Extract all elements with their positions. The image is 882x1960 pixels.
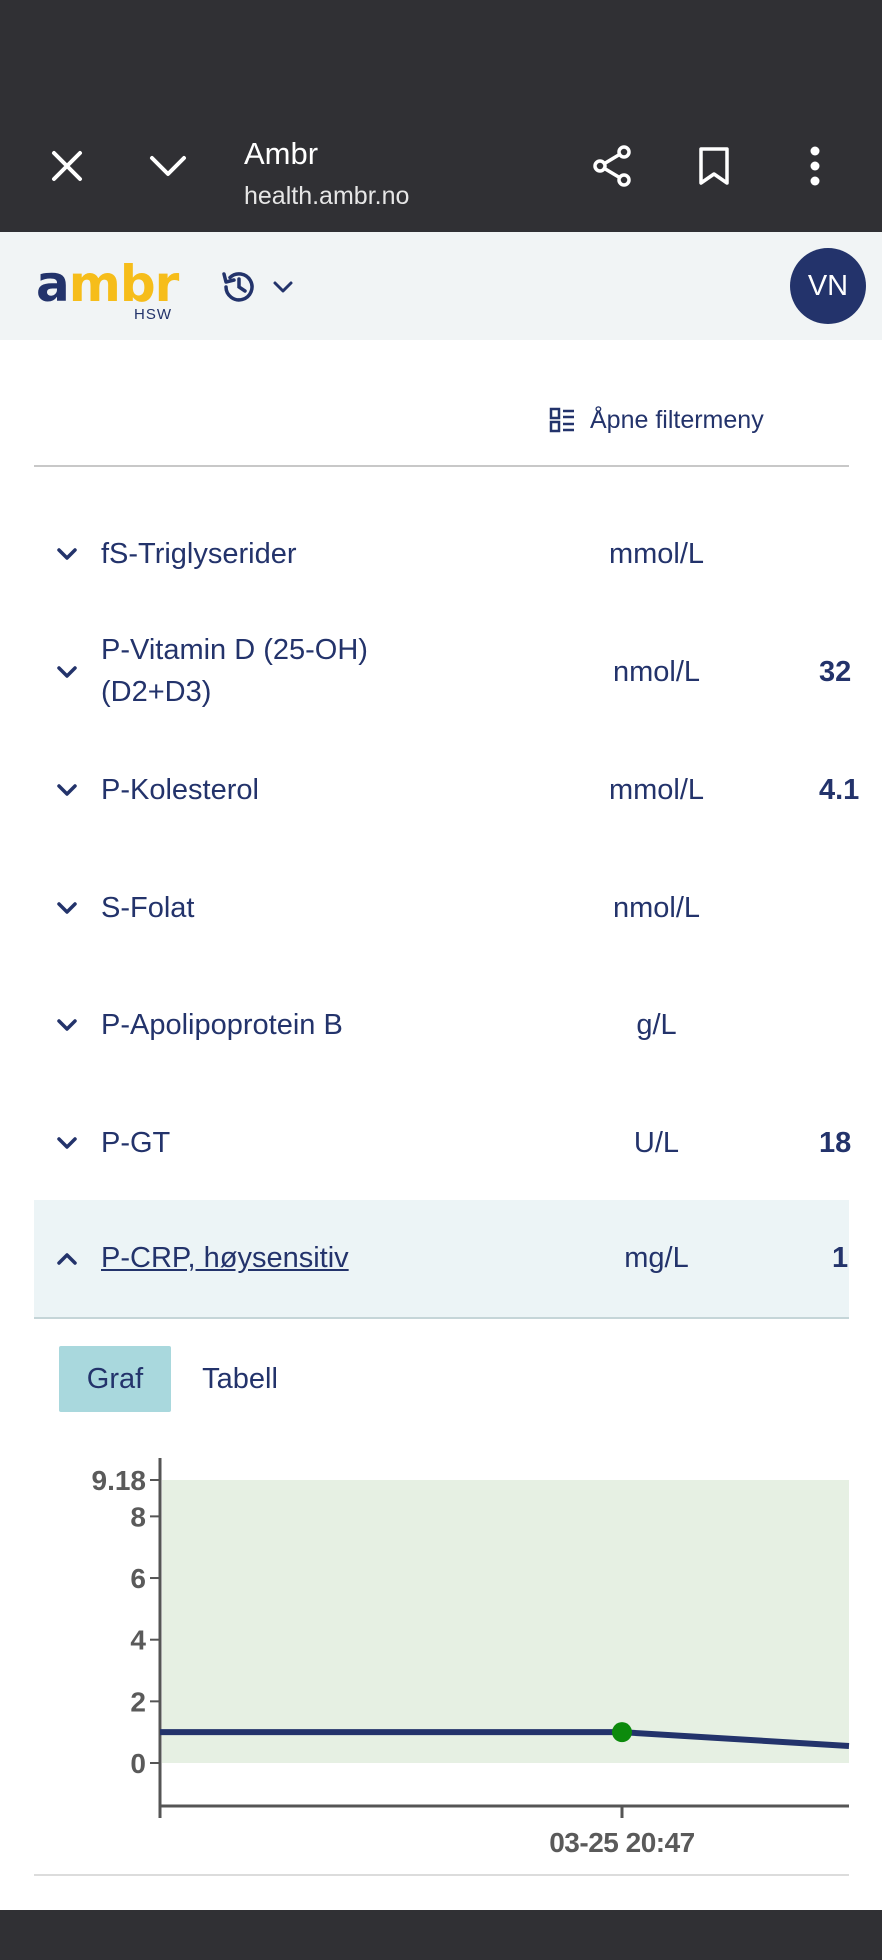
lab-row-crp-expanded[interactable]: P-CRP, høysensitiv mg/L 1 [34,1200,849,1319]
test-name: P-Apolipoprotein B [101,1009,343,1041]
y-tick-label: 9.18 [92,1465,147,1496]
avatar[interactable]: VN [790,248,866,324]
chevron-down-icon [57,666,77,678]
browser-url: health.ambr.no [244,182,410,210]
logo-letter-a: a [36,255,70,313]
divider [34,1874,849,1876]
chevron-down-icon [273,281,293,293]
test-name: P-Vitamin D (25-OH) [101,634,368,666]
tab-graf[interactable]: Graf [59,1346,171,1412]
chevron-down-icon [57,784,77,796]
filter-label: Åpne filtermeny [590,405,764,434]
lab-row-vitamin-d[interactable]: P-Vitamin D (25-OH) (D2+D3) nmol/L 32 [34,630,852,714]
lab-row-apolipoprotein-b[interactable]: P-Apolipoprotein B g/L [34,995,849,1055]
tab-tabell[interactable]: Tabell [186,1346,294,1412]
close-icon[interactable] [35,134,99,198]
x-tick-label: 03-25 20:47 [549,1827,695,1858]
bookmark-icon[interactable] [682,134,746,198]
test-value: 1 [832,1242,849,1274]
test-unit: nmol/L [612,892,701,924]
y-tick-label: 8 [130,1501,146,1532]
chevron-down-icon [57,1137,77,1149]
test-unit: mmol/L [608,774,705,806]
chevron-down-icon [57,1019,77,1031]
test-name-line2: (D2+D3) [101,676,212,708]
test-name-link[interactable]: P-CRP, høysensitiv [101,1238,349,1278]
test-unit: nmol/L [612,656,701,688]
chevron-up-icon [57,1253,77,1265]
test-value: 32 [819,656,852,688]
logo-subtitle: HSW [134,306,172,323]
y-tick-label: 6 [130,1563,146,1594]
y-tick-label: 2 [130,1686,146,1717]
lab-row-gt[interactable]: P-GT U/L 18 [34,1113,852,1173]
y-tick-label: 4 [130,1625,146,1656]
data-point [612,1722,632,1743]
test-name: P-GT [101,1127,171,1159]
share-icon[interactable] [581,134,645,198]
test-name: S-Folat [101,892,195,924]
chevron-down-icon [57,902,77,914]
test-value: 18 [819,1127,852,1159]
crp-chart: 9.18 8 6 4 2 0 03-25 20:47 [92,1458,850,1858]
logo-letters-mbr: mbr [68,255,180,313]
divider [34,465,849,467]
lab-row-folat[interactable]: S-Folat nmol/L [34,878,849,938]
chevron-down-icon [57,548,77,560]
test-unit: mmol/L [608,538,705,570]
status-bar [0,0,882,100]
ambr-logo[interactable]: ambr HSW [36,254,180,323]
lab-row-kolesterol[interactable]: P-Kolesterol mmol/L 4.1 [34,760,859,820]
test-name: fS-Triglyserider [101,538,297,570]
browser-title: Ambr [244,136,319,171]
app-header: ambr HSW VN [0,232,882,340]
reference-range-band [162,1480,849,1763]
more-vert-icon[interactable] [783,134,847,198]
filter-list-icon [549,407,574,433]
browser-toolbar: Ambr health.ambr.no [0,100,882,232]
test-unit: g/L [636,1009,677,1041]
test-value: 4.1 [819,774,860,806]
test-unit: mg/L [624,1242,689,1274]
test-unit: U/L [633,1127,680,1159]
y-tick-label: 0 [130,1748,146,1779]
test-name: P-Kolesterol [101,774,259,806]
system-nav-bar [0,1910,882,1960]
history-menu-button[interactable] [218,262,312,312]
chevron-down-icon[interactable] [136,134,200,198]
lab-row-triglyserider[interactable]: fS-Triglyserider mmol/L [34,524,849,584]
history-icon [222,272,254,302]
open-filter-menu-button[interactable]: Åpne filtermeny [548,400,764,440]
